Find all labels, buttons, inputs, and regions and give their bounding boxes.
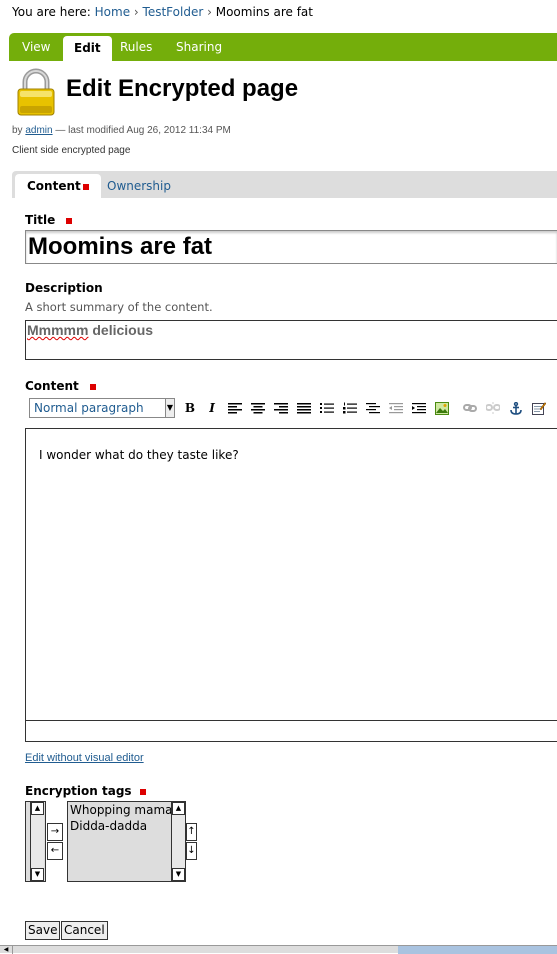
required-marker — [66, 217, 73, 224]
title-label: Title — [25, 213, 73, 227]
scroll-up-icon[interactable]: ▲ — [172, 802, 185, 815]
link-icon[interactable] — [461, 399, 479, 417]
edit-without-visual-editor-link[interactable]: Edit without visual editor — [25, 752, 144, 764]
cancel-button[interactable]: Cancel — [61, 921, 108, 940]
tab-edit[interactable]: Edit — [63, 36, 112, 61]
align-justify-icon[interactable] — [295, 399, 313, 417]
description-help: A short summary of the content. — [25, 300, 213, 314]
chevron-down-icon[interactable]: ▼ — [165, 398, 175, 418]
bold-icon[interactable]: B — [181, 399, 199, 417]
editor-toolbar: Normal paragraph ▼ B I — [25, 397, 557, 421]
tab-ownership[interactable]: Ownership — [95, 171, 183, 198]
move-right-button[interactable]: → — [47, 823, 63, 841]
breadcrumb-testfolder[interactable]: TestFolder — [143, 5, 204, 19]
content-label-text: Content — [25, 379, 79, 393]
breadcrumb: You are here: Home › TestFolder › Moomin… — [12, 5, 313, 19]
move-left-button[interactable]: ← — [47, 842, 63, 860]
description-label: Description — [25, 281, 103, 295]
lock-icon — [16, 68, 56, 116]
editor-status-divider — [26, 720, 557, 721]
author-link[interactable]: admin — [25, 125, 52, 136]
byline: by admin — last modified Aug 26, 2012 11… — [12, 125, 231, 136]
align-center-icon[interactable] — [249, 399, 267, 417]
breadcrumb-prefix: You are here: — [12, 5, 91, 19]
required-marker — [82, 183, 89, 190]
byline-modified: — last modified Aug 26, 2012 11:34 PM — [55, 125, 231, 136]
outdent-icon[interactable] — [387, 399, 405, 417]
form-tabs: Content Ownership — [12, 171, 557, 198]
breadcrumb-home[interactable]: Home — [95, 5, 130, 19]
selected-tags-select[interactable]: Whopping mama Didda-dadda ▲ ▼ — [67, 801, 186, 882]
scroll-down-icon[interactable]: ▼ — [31, 868, 44, 881]
tab-content-label: Content — [27, 179, 81, 193]
indent-icon[interactable] — [410, 399, 428, 417]
unlink-icon[interactable] — [484, 399, 502, 417]
selected-tag-option[interactable]: Didda-dadda — [70, 819, 147, 833]
editor-body-text: I wonder what do they taste like? — [39, 448, 239, 462]
encryption-tags-label-text: Encryption tags — [25, 784, 132, 798]
scroll-down-icon[interactable]: ▼ — [172, 868, 185, 881]
move-up-button[interactable]: ↑ — [186, 823, 197, 841]
selected-tag-option[interactable]: Whopping mama — [70, 803, 173, 817]
breadcrumb-separator: › — [133, 5, 139, 19]
byline-by: by — [12, 125, 23, 136]
align-left-icon[interactable] — [226, 399, 244, 417]
move-down-button[interactable]: ↓ — [186, 842, 197, 860]
breadcrumb-separator: › — [207, 5, 212, 19]
bullet-list-icon[interactable] — [318, 399, 336, 417]
description-value: Mmmmm delicious — [27, 322, 153, 338]
content-type-description: Client side encrypted page — [12, 145, 131, 156]
align-right-icon[interactable] — [272, 399, 290, 417]
save-button[interactable]: Save — [25, 921, 61, 940]
scroll-up-icon[interactable]: ▲ — [31, 802, 44, 815]
description-value-rest: delicious — [88, 322, 154, 338]
italic-icon[interactable]: I — [203, 399, 221, 417]
selected-tags-scrollbar[interactable]: ▲ ▼ — [171, 802, 185, 881]
description-word-misspelled: Mmmmm — [27, 322, 89, 338]
available-tags-select[interactable]: ▲ ▼ — [25, 801, 46, 882]
edit-source-icon[interactable] — [530, 399, 548, 417]
title-label-text: Title — [25, 213, 56, 227]
title-input[interactable]: Moomins are fat — [25, 230, 557, 264]
tab-sharing[interactable]: Sharing — [165, 33, 233, 61]
content-views-bar: View Edit Rules Sharing — [9, 33, 557, 61]
required-marker — [89, 383, 96, 390]
definition-list-icon[interactable] — [364, 399, 382, 417]
tab-rules[interactable]: Rules — [109, 33, 163, 61]
breadcrumb-current: Moomins are fat — [215, 5, 313, 19]
tab-view[interactable]: View — [11, 33, 61, 61]
description-textarea[interactable]: Mmmmm delicious — [25, 320, 557, 360]
anchor-icon[interactable] — [507, 399, 525, 417]
available-tags-scrollbar[interactable]: ▲ ▼ — [30, 802, 44, 881]
encryption-tags-label: Encryption tags — [25, 784, 146, 798]
rich-text-editor[interactable]: I wonder what do they taste like? — [25, 428, 557, 742]
numbered-list-icon[interactable] — [341, 399, 359, 417]
page-horizontal-scrollbar[interactable]: ◀ — [0, 945, 557, 954]
page-title: Edit Encrypted page — [66, 75, 299, 102]
required-marker — [139, 788, 146, 795]
content-label: Content — [25, 379, 96, 393]
tab-content[interactable]: Content — [15, 174, 101, 198]
paragraph-format-select[interactable]: Normal paragraph — [29, 398, 175, 418]
insert-image-icon[interactable] — [433, 399, 451, 417]
